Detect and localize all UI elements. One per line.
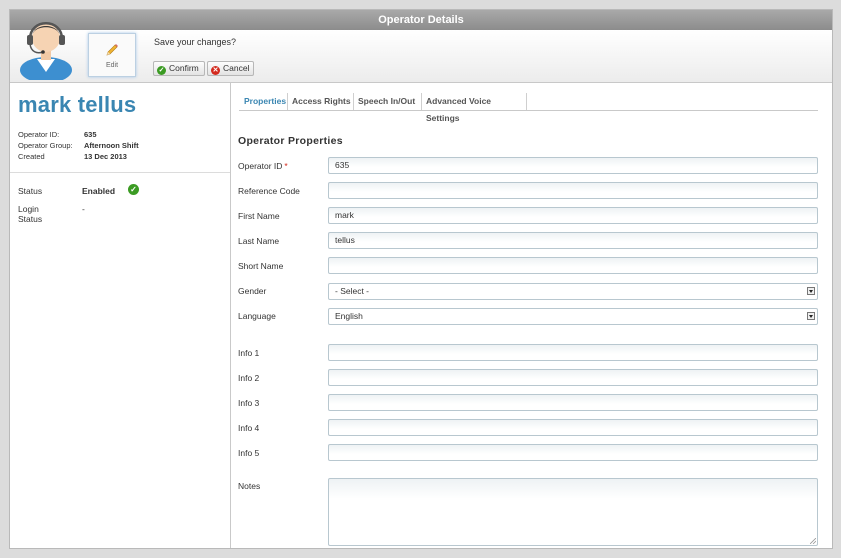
chevron-down-icon[interactable] xyxy=(807,312,815,320)
operator-properties-panel: Properties Access Rights Speech In/Out A… xyxy=(231,82,832,548)
field-label-info-5: Info 5 xyxy=(238,448,260,458)
meta-value: Afternoon Shift xyxy=(84,141,139,150)
meta-value: 635 xyxy=(84,130,97,139)
field-label-first-name: First Name xyxy=(238,211,280,221)
field-label-text: Operator ID xyxy=(238,161,283,171)
edit-button-label: Edit xyxy=(105,62,119,69)
field-label-info-3: Info 3 xyxy=(238,398,260,408)
divider xyxy=(10,172,230,173)
short-name-input[interactable] xyxy=(328,257,818,274)
info-5-input[interactable] xyxy=(328,444,818,461)
status-label: Status xyxy=(18,186,43,196)
check-icon: ✓ xyxy=(157,66,166,75)
info-1-input[interactable] xyxy=(328,344,818,361)
toolbar: Edit Save your changes? ✓ Confirm ✕ Cancel xyxy=(10,22,832,83)
resize-handle-icon[interactable] xyxy=(810,538,816,544)
language-select[interactable]: English xyxy=(328,308,818,325)
required-mark: * xyxy=(284,161,288,171)
meta-label: Created xyxy=(18,152,45,161)
info-2-input[interactable] xyxy=(328,369,818,386)
login-status-value: - xyxy=(82,204,85,214)
meta-label: Operator ID: xyxy=(18,130,60,139)
field-label-operator-id: Operator ID * xyxy=(238,161,288,171)
window-title: Operator Details xyxy=(10,10,832,30)
pencil-icon xyxy=(106,44,118,56)
last-name-input[interactable]: tellus xyxy=(328,232,818,249)
tab-properties[interactable]: Properties xyxy=(242,93,288,110)
notes-textarea[interactable] xyxy=(328,478,818,546)
field-label-reference-code: Reference Code xyxy=(238,186,300,196)
gender-select[interactable]: - Select - xyxy=(328,283,818,300)
chevron-down-icon[interactable] xyxy=(807,287,815,295)
tab-speech-in-out[interactable]: Speech In/Out xyxy=(356,93,422,110)
confirm-button[interactable]: ✓ Confirm xyxy=(153,61,205,76)
cancel-button[interactable]: ✕ Cancel xyxy=(207,61,254,76)
cancel-label: Cancel xyxy=(223,63,250,73)
close-icon: ✕ xyxy=(211,66,220,75)
operator-headset-avatar-icon xyxy=(17,12,75,83)
info-3-input[interactable] xyxy=(328,394,818,411)
enabled-check-icon: ✓ xyxy=(128,184,139,195)
field-label-notes: Notes xyxy=(238,481,261,491)
field-label-short-name: Short Name xyxy=(238,261,284,271)
tab-advanced-voice-settings[interactable]: Advanced Voice Settings xyxy=(424,93,527,123)
tab-access-rights[interactable]: Access Rights xyxy=(290,93,354,110)
meta-label: Operator Group: xyxy=(18,141,73,150)
reference-code-input[interactable] xyxy=(328,182,818,199)
info-4-input[interactable] xyxy=(328,419,818,436)
edit-button[interactable]: Edit xyxy=(88,33,136,77)
language-selected-value: English xyxy=(335,311,363,321)
confirm-label: Confirm xyxy=(169,63,199,73)
operator-details-window: Operator Details Edit Save your changes?… xyxy=(9,9,833,549)
meta-value: 13 Dec 2013 xyxy=(84,152,127,161)
field-label-info-2: Info 2 xyxy=(238,373,260,383)
operator-summary-panel: mark tellus Operator ID: 635 Operator Gr… xyxy=(10,82,231,548)
operator-id-input[interactable]: 635 xyxy=(328,157,818,174)
field-label-info-4: Info 4 xyxy=(238,423,260,433)
gender-selected-value: - Select - xyxy=(335,286,370,296)
login-status-label: Login Status xyxy=(18,204,43,224)
field-label-info-1: Info 1 xyxy=(238,348,260,358)
section-title: Operator Properties xyxy=(238,135,343,147)
first-name-input[interactable]: mark xyxy=(328,207,818,224)
tab-bar: Properties Access Rights Speech In/Out A… xyxy=(239,93,818,123)
status-value: Enabled xyxy=(82,186,116,196)
operator-name: mark tellus xyxy=(18,92,137,117)
field-label-language: Language xyxy=(238,311,276,321)
save-prompt: Save your changes? xyxy=(154,37,237,47)
field-label-last-name: Last Name xyxy=(238,236,280,246)
field-label-gender: Gender xyxy=(238,286,267,296)
